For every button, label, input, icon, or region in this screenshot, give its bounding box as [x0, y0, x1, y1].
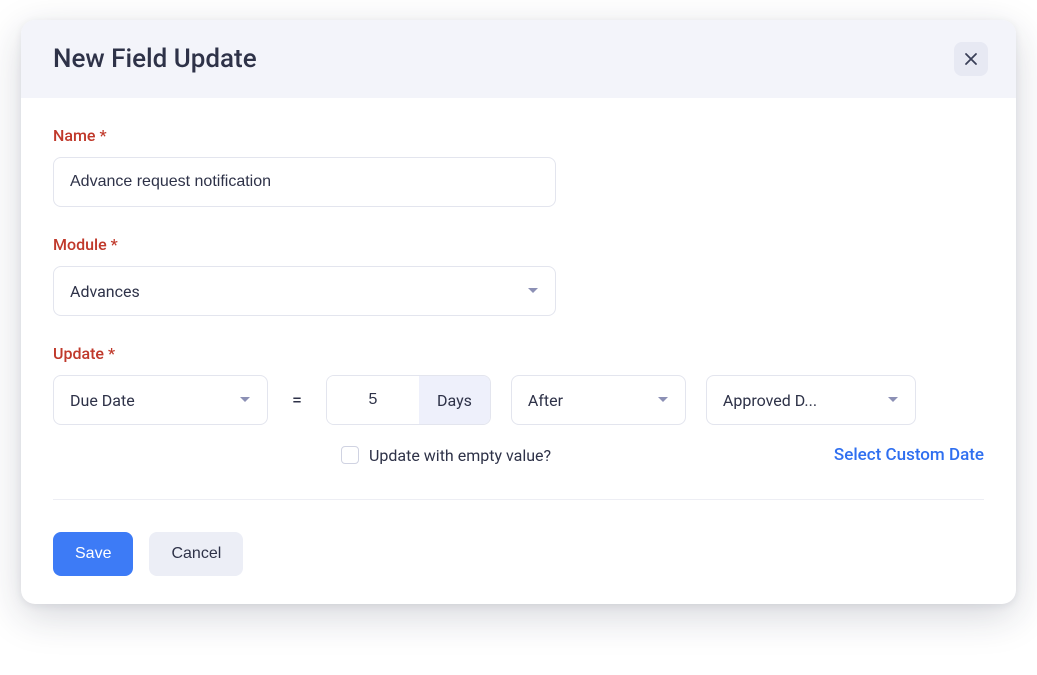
- name-field-group: Name *: [53, 126, 984, 207]
- chevron-down-icon: [887, 396, 899, 404]
- save-button[interactable]: Save: [53, 532, 133, 576]
- empty-value-label: Update with empty value?: [369, 446, 551, 465]
- direction-select[interactable]: After: [511, 375, 686, 425]
- chevron-down-icon: [657, 396, 669, 404]
- cancel-button[interactable]: Cancel: [149, 532, 243, 576]
- dialog-footer: Save Cancel: [21, 510, 1016, 604]
- empty-value-checkbox-wrap[interactable]: Update with empty value?: [341, 446, 551, 465]
- update-field-group: Update * Due Date = Days After: [53, 344, 984, 465]
- dialog-body: Name * Module * Advances Update * Due Da…: [21, 98, 1016, 510]
- direction-selected-text: After: [528, 391, 571, 410]
- days-stepper: Days: [326, 375, 491, 425]
- days-number-input[interactable]: [327, 376, 419, 424]
- dialog-header: New Field Update: [21, 20, 1016, 98]
- update-sub-row: Update with empty value? Select Custom D…: [53, 445, 984, 465]
- name-label: Name *: [53, 126, 984, 145]
- update-field-selected-text: Due Date: [70, 391, 143, 410]
- days-unit-label: Days: [419, 376, 490, 424]
- equals-operator: =: [288, 390, 306, 411]
- reference-date-select[interactable]: Approved D...: [706, 375, 916, 425]
- empty-value-checkbox[interactable]: [341, 446, 359, 464]
- module-label: Module *: [53, 235, 984, 254]
- reference-selected-text: Approved D...: [723, 391, 825, 410]
- chevron-down-icon: [239, 396, 251, 404]
- module-selected-text: Advances: [70, 282, 148, 301]
- new-field-update-dialog: New Field Update Name * Module * Advance…: [21, 20, 1016, 604]
- close-icon: [964, 52, 978, 66]
- dialog-title: New Field Update: [53, 44, 257, 74]
- chevron-down-icon: [527, 287, 539, 295]
- module-select[interactable]: Advances: [53, 266, 556, 316]
- select-custom-date-link[interactable]: Select Custom Date: [834, 445, 984, 465]
- close-button[interactable]: [954, 42, 988, 76]
- name-input[interactable]: [53, 157, 556, 207]
- update-label: Update *: [53, 344, 984, 363]
- update-row: Due Date = Days After A: [53, 375, 984, 425]
- divider: [53, 499, 984, 500]
- update-field-select[interactable]: Due Date: [53, 375, 268, 425]
- module-field-group: Module * Advances: [53, 235, 984, 316]
